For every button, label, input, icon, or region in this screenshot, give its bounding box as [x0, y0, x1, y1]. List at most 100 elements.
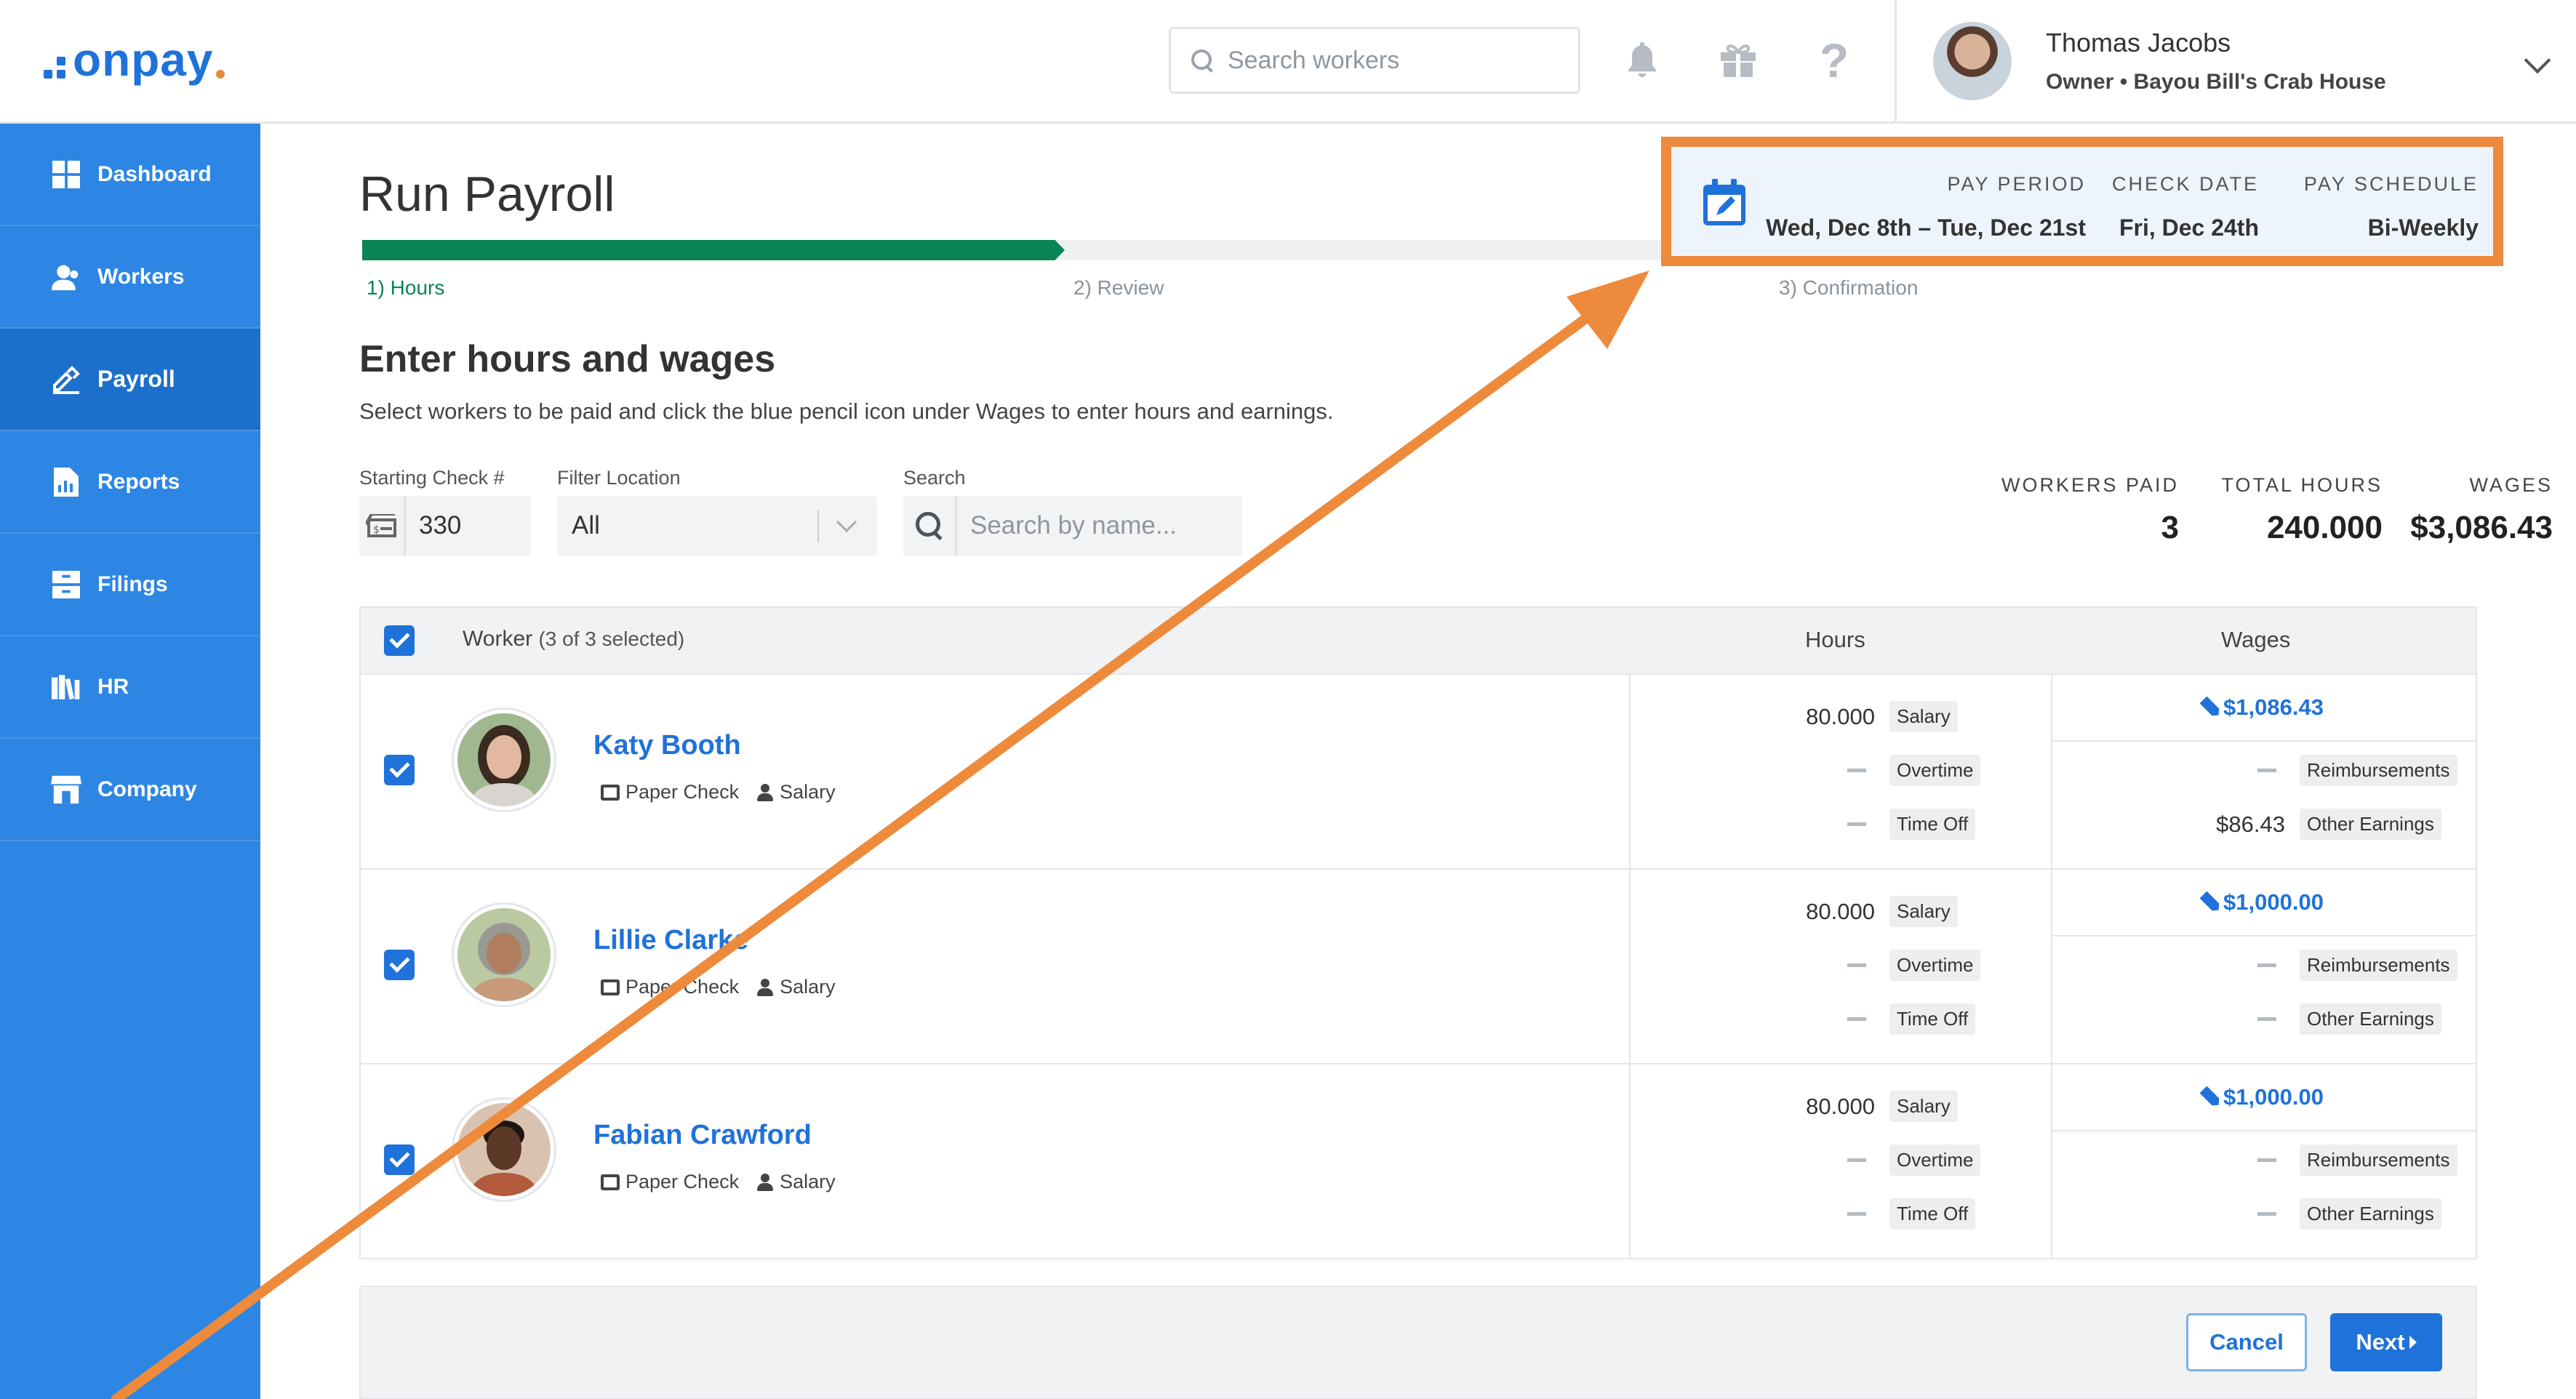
wage-edit[interactable]: $1,000.00 — [2052, 870, 2477, 937]
pay-schedule: PAY SCHEDULE Bi-Weekly — [2304, 173, 2479, 241]
reimbursements-line: Reimbursements — [2161, 755, 2477, 786]
user-menu[interactable]: Thomas Jacobs Owner • Bayou Bill's Crab … — [1895, 0, 2576, 124]
step-hours[interactable]: 1) Hours — [367, 276, 444, 300]
sidebar-item-payroll[interactable]: Payroll — [0, 329, 260, 431]
hr-icon — [51, 672, 81, 702]
worker-name-link[interactable]: Lillie Clarke — [593, 925, 748, 956]
worker-column-label: Worker — [463, 627, 533, 651]
sidebar-item-company[interactable]: Company — [0, 739, 260, 841]
row-checkbox[interactable] — [384, 1145, 415, 1175]
salary-tag: Salary — [1889, 1091, 1958, 1122]
reimbursements-tag: Reimbursements — [2300, 1145, 2457, 1176]
empty-dash — [2257, 963, 2276, 967]
calendar-edit-icon[interactable] — [1703, 179, 1745, 225]
pay-period-panel: PAY PERIOD Wed, Dec 8th – Tue, Dec 21st … — [1661, 137, 2503, 266]
user-role: Owner • Bayou Bill's Crab House — [2046, 70, 2386, 94]
salary-hours-value: 80.000 — [1806, 703, 1875, 729]
select-all-checkbox[interactable] — [384, 625, 415, 656]
worker-meta: Paper Check Salary — [601, 1171, 853, 1193]
pay-period-value: Wed, Dec 8th – Tue, Dec 21st — [1766, 215, 2086, 241]
empty-dash — [2257, 1158, 2276, 1162]
pencil-icon[interactable] — [2199, 696, 2222, 718]
timeoff-line: Time Off — [1751, 809, 2051, 840]
salary-hours-line: 80.000 Salary — [1751, 1091, 2051, 1122]
wage-amount[interactable]: $1,000.00 — [2223, 889, 2324, 915]
worker-name-link[interactable]: Fabian Crawford — [593, 1120, 812, 1151]
worker-name-link[interactable]: Katy Booth — [593, 730, 741, 761]
empty-dash — [1847, 963, 1866, 967]
next-button[interactable]: Next — [2330, 1313, 2442, 1371]
sidebar-item-label: Reports — [97, 469, 180, 494]
pay-schedule-label: PAY SCHEDULE — [2303, 173, 2479, 195]
cancel-button[interactable]: Cancel — [2186, 1313, 2307, 1371]
svg-text:$: $ — [373, 524, 380, 536]
sidebar: Dashboard Workers Payroll Reports Filing… — [0, 124, 260, 1399]
sidebar-item-workers[interactable]: Workers — [0, 226, 260, 329]
sidebar-item-reports[interactable]: Reports — [0, 431, 260, 534]
table-row: Katy Booth Paper Check Salary 80.000 Sal… — [361, 673, 2477, 868]
payroll-icon — [51, 364, 81, 395]
sidebar-item-filings[interactable]: Filings — [0, 534, 260, 636]
step-review: 2) Review — [1073, 276, 1164, 299]
row-checkbox[interactable] — [384, 950, 415, 980]
pay-method: Paper Check — [625, 781, 740, 803]
filings-icon — [51, 569, 81, 600]
starting-check-input[interactable] — [406, 511, 522, 540]
timeoff-tag: Time Off — [1889, 1003, 1976, 1035]
salary-tag: Salary — [1889, 896, 1958, 927]
table-row: Fabian Crawford Paper Check Salary 80.00… — [361, 1063, 2477, 1258]
pencil-icon[interactable] — [2199, 891, 2222, 913]
filter-location-select[interactable]: All — [557, 496, 877, 556]
salary-hours-value: 80.000 — [1806, 1093, 1875, 1119]
timeoff-line: Time Off — [1751, 1198, 2051, 1230]
other-earnings-tag: Other Earnings — [2300, 1198, 2441, 1230]
workers-icon — [51, 262, 81, 292]
help-icon[interactable]: ? — [1812, 33, 1856, 87]
overtime-line: Overtime — [1751, 950, 2051, 981]
overtime-tag: Overtime — [1889, 950, 1981, 981]
starting-check-field[interactable]: $ — [359, 496, 531, 556]
sidebar-item-hr[interactable]: HR — [0, 636, 260, 739]
sidebar-item-dashboard[interactable]: Dashboard — [0, 124, 260, 226]
pay-type: Salary — [780, 1171, 836, 1192]
company-icon — [51, 774, 81, 805]
pencil-icon[interactable] — [2199, 1086, 2222, 1108]
sidebar-item-label: Payroll — [97, 366, 175, 392]
name-search-box[interactable] — [903, 496, 1242, 556]
empty-dash — [1847, 1212, 1866, 1216]
chevron-down-icon[interactable] — [2524, 47, 2551, 74]
onpay-logo[interactable]: onpay — [44, 31, 225, 89]
wages-cell: $1,000.00 Reimbursements Other Earnings — [2051, 870, 2477, 1063]
filter-location-value: All — [572, 511, 600, 540]
avatar — [454, 710, 554, 810]
wage-edit[interactable]: $1,086.43 — [2052, 675, 2477, 742]
empty-dash — [1847, 1158, 1866, 1162]
other-earnings-line: Other Earnings — [2161, 1198, 2477, 1230]
overtime-line: Overtime — [1751, 1145, 2051, 1176]
worker-search-input[interactable] — [1228, 46, 1562, 75]
bell-icon[interactable] — [1620, 36, 1664, 84]
wage-amount[interactable]: $1,000.00 — [2223, 1084, 2324, 1110]
check-date-label: CHECK DATE — [2111, 173, 2259, 195]
salary-hours-value: 80.000 — [1806, 898, 1875, 924]
reimbursements-line: Reimbursements — [2161, 950, 2477, 981]
wages-cell: $1,000.00 Reimbursements Other Earnings — [2051, 1065, 2477, 1258]
pay-type: Salary — [780, 781, 836, 803]
select-divider — [817, 510, 819, 542]
person-icon — [756, 783, 774, 801]
sidebar-item-label: Company — [97, 777, 197, 801]
chevron-down-icon[interactable] — [836, 511, 857, 533]
wage-amount[interactable]: $1,086.43 — [2223, 694, 2324, 721]
wage-edit[interactable]: $1,000.00 — [2052, 1065, 2477, 1131]
selected-count: (3 of 3 selected) — [538, 628, 685, 650]
workers-paid-label: WORKERS PAID — [2001, 474, 2179, 496]
overtime-line: Overtime — [1751, 755, 2051, 786]
sidebar-item-label: Filings — [97, 572, 168, 596]
gift-icon[interactable] — [1716, 36, 1760, 84]
name-search-input[interactable] — [957, 511, 1233, 540]
other-earnings-line: Other Earnings — [2161, 1003, 2477, 1035]
section-description: Select workers to be paid and click the … — [359, 398, 1334, 424]
worker-search-box[interactable] — [1169, 27, 1580, 94]
avatar — [454, 1099, 554, 1200]
row-checkbox[interactable] — [384, 755, 415, 785]
